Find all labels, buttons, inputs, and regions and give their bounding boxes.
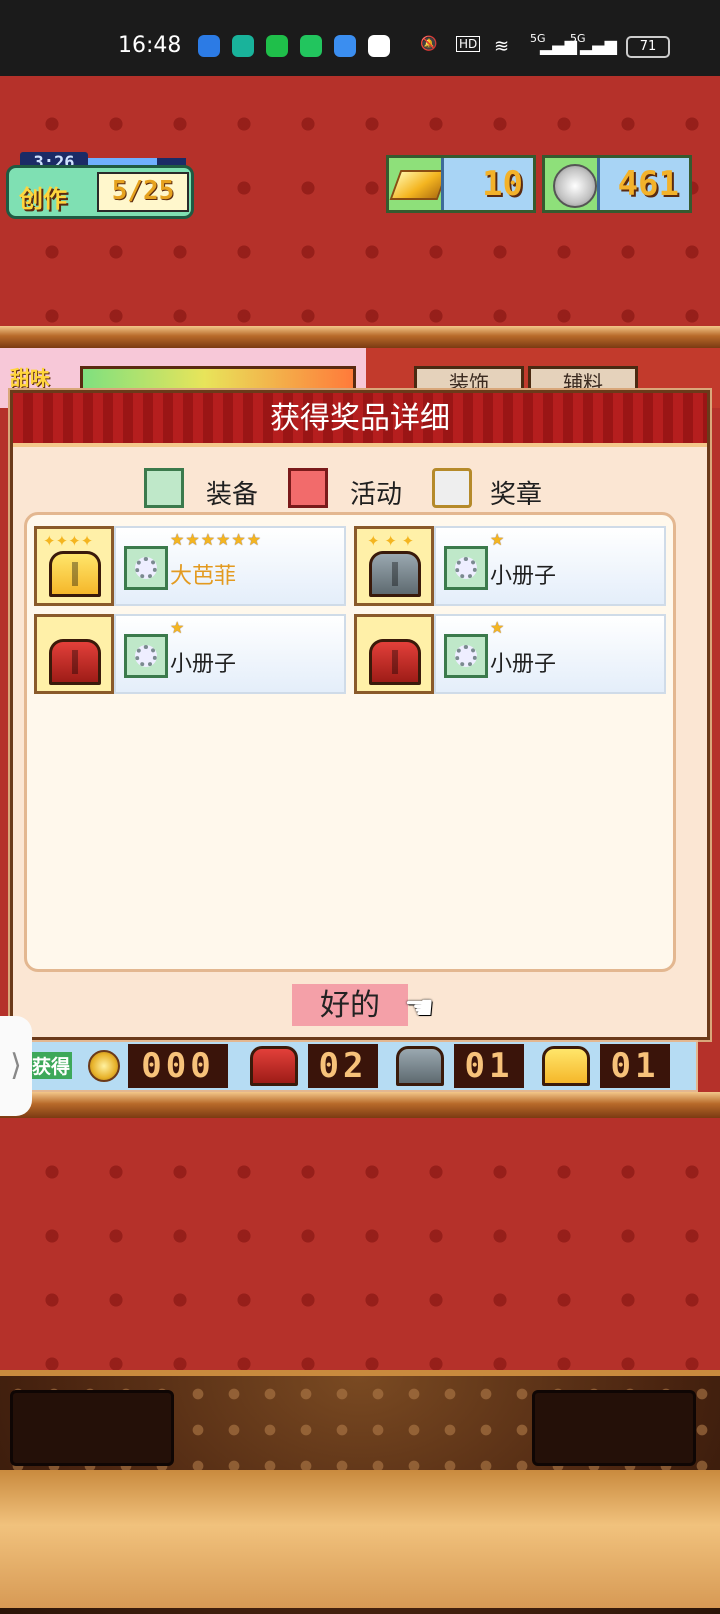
gear-icon xyxy=(144,468,184,508)
hd-icon: HD xyxy=(456,36,481,52)
iron-chest-icon xyxy=(396,1046,444,1086)
gear-icon xyxy=(124,634,168,678)
prize-info: ★ 小册子 xyxy=(114,614,346,694)
gold-resource[interactable]: 10 xyxy=(386,155,536,213)
sparkle-icon: ✦✦✦✦ xyxy=(43,532,94,550)
obtained-label: 获得 xyxy=(30,1052,73,1079)
legend-equipment: 装备 xyxy=(206,480,259,510)
dialog-title: 获得奖品详细 xyxy=(270,401,450,436)
prize-item[interactable]: ★ 小册子 xyxy=(34,614,346,694)
red-chest-count: 02 xyxy=(308,1044,378,1088)
mute-icon: 🔕 xyxy=(420,36,438,52)
gold-coin-icon xyxy=(88,1050,120,1082)
clock: 16:48 xyxy=(118,33,182,58)
red-chest-icon xyxy=(369,639,421,685)
key-icon xyxy=(288,468,328,508)
chest-frame xyxy=(34,614,114,694)
gold-chest-count: 01 xyxy=(600,1044,670,1088)
app-icon-3 xyxy=(266,35,288,57)
status-bar: 16:48 🔕 HD ≋ 5G ▂▄▆ 5G ▂▄▆ 71 xyxy=(0,0,720,76)
iron-chest-icon xyxy=(369,551,421,597)
chest-frame: ✦ ✦ ✦ xyxy=(354,526,434,606)
left-slot[interactable] xyxy=(10,1390,174,1466)
gear-icon xyxy=(444,634,488,678)
legend: 装备 活动 奖章 xyxy=(144,468,564,512)
dialog-title-bar: 获得奖品详细 xyxy=(13,393,707,447)
coin-count: 000 xyxy=(128,1044,228,1088)
gold-bar-icon xyxy=(389,170,449,200)
create-count: 5/25 xyxy=(97,172,189,212)
create-counter[interactable]: 创作 5/25 xyxy=(6,165,194,219)
prize-name: 小册子 xyxy=(490,652,557,677)
middle-shelf xyxy=(0,1092,720,1118)
app-icon-1 xyxy=(198,35,220,57)
red-chest-icon xyxy=(49,639,101,685)
prize-item[interactable]: ★ 小册子 xyxy=(354,614,666,694)
ok-button[interactable]: 好的 xyxy=(292,984,408,1026)
gold-chest-icon xyxy=(542,1046,590,1086)
pointing-hand-icon: ☚ xyxy=(404,988,435,1028)
legend-event: 活动 xyxy=(350,480,403,510)
battery-icon: 71 xyxy=(626,36,670,58)
red-chest-icon xyxy=(250,1046,298,1086)
bottom-wallpaper xyxy=(0,1130,720,1405)
star-rating: ★ xyxy=(170,618,186,637)
prize-name: 小册子 xyxy=(490,564,557,589)
iron-chest-count: 01 xyxy=(454,1044,524,1088)
coin-resource[interactable]: 461 xyxy=(542,155,692,213)
prize-name: 大芭菲 xyxy=(170,564,237,589)
legend-medal: 奖章 xyxy=(490,480,543,510)
side-drawer-handle[interactable]: ⟩ xyxy=(0,1016,32,1116)
chest-frame: ✦✦✦✦ xyxy=(34,526,114,606)
silver-coin-icon xyxy=(553,164,597,208)
prize-info: ★★★★★★ 大芭菲 xyxy=(114,526,346,606)
star-rating: ★ xyxy=(490,618,506,637)
right-slot[interactable] xyxy=(532,1390,696,1466)
signal-bars-2: ▂▄▆ xyxy=(580,36,617,55)
search-app-icon xyxy=(368,35,390,57)
sweet-label: 甜味 xyxy=(10,366,50,390)
star-rating: ★★★★★★ xyxy=(170,530,263,549)
gear-icon xyxy=(444,546,488,590)
prize-info: ★ 小册子 xyxy=(434,614,666,694)
chest-frame xyxy=(354,614,434,694)
phone-icon xyxy=(300,35,322,57)
gold-chest-icon xyxy=(49,551,101,597)
coin-value: 461 xyxy=(597,158,689,210)
prize-item[interactable]: ✦ ✦ ✦ ★ 小册子 xyxy=(354,526,666,606)
gear-icon xyxy=(124,546,168,590)
gold-value: 10 xyxy=(441,158,533,210)
medal-icon xyxy=(432,468,472,508)
weather-icon xyxy=(334,35,356,57)
app-icon-2 xyxy=(232,35,254,57)
prize-item[interactable]: ✦✦✦✦ ★★★★★★ 大芭菲 xyxy=(34,526,346,606)
prize-info: ★ 小册子 xyxy=(434,526,666,606)
top-shelf xyxy=(0,326,720,348)
sparkle-icon: ✦ ✦ ✦ xyxy=(367,532,415,550)
table-front xyxy=(0,1470,720,1608)
star-rating: ★ xyxy=(490,530,506,549)
prize-name: 小册子 xyxy=(170,652,237,677)
wifi-icon: ≋ xyxy=(494,36,510,57)
create-label: 创作 xyxy=(19,185,67,213)
